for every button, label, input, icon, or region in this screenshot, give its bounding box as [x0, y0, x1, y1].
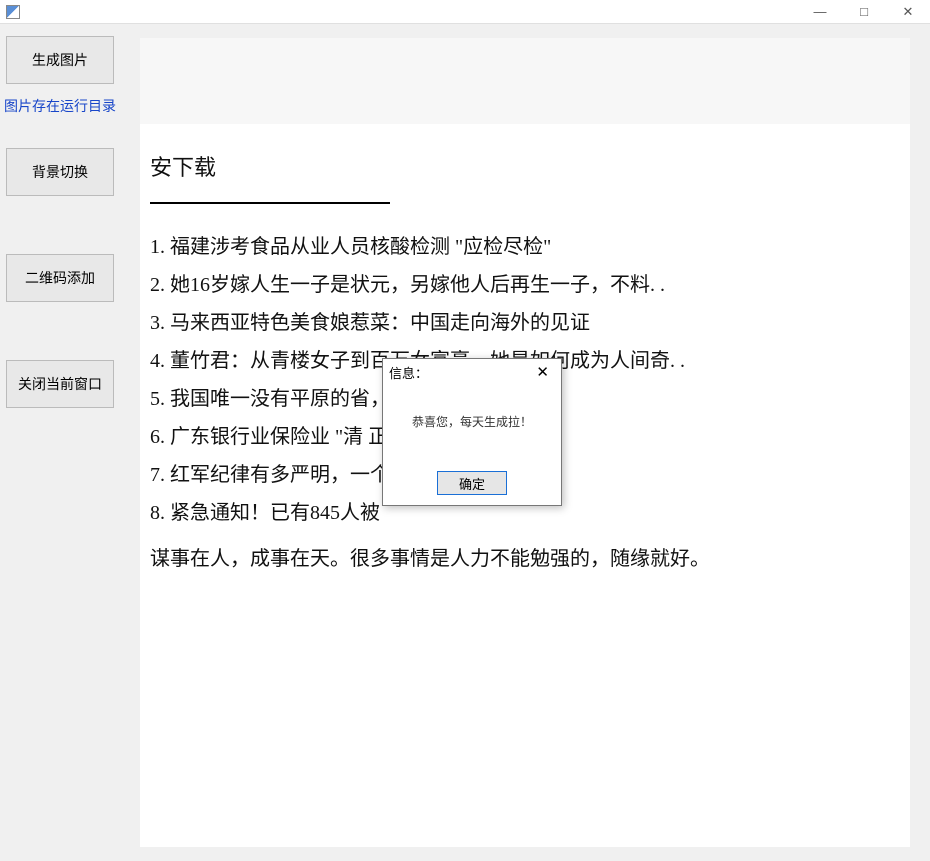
title-underline [150, 202, 390, 204]
background-switch-button[interactable]: 背景切换 [6, 148, 114, 196]
qrcode-add-button[interactable]: 二维码添加 [6, 254, 114, 302]
dialog-message: 恭喜您，每天生成拉！ [383, 385, 561, 430]
sidebar-note: 图片存在运行目录 [4, 96, 116, 116]
list-item: 1. 福建涉考食品从业人员核酸检测 "应检尽检" [150, 228, 882, 266]
maximize-button[interactable]: □ [842, 0, 886, 24]
list-item: 2. 她16岁嫁人生一子是状元，另嫁他人后再生一子，不料. . [150, 266, 882, 304]
minimize-button[interactable]: — [798, 0, 842, 24]
sidebar: 生成图片 图片存在运行目录 背景切换 二维码添加 关闭当前窗口 [0, 24, 120, 861]
canvas-header [140, 38, 910, 124]
content-footer: 谋事在人，成事在天。很多事情是人力不能勉强的，随缘就好。 [150, 542, 882, 571]
window-controls: — □ ✕ [798, 0, 930, 24]
dialog-ok-button[interactable]: 确定 [437, 471, 507, 495]
dialog-close-icon[interactable]: ✕ [530, 363, 555, 381]
close-button[interactable]: ✕ [886, 0, 930, 24]
message-dialog: 信息： ✕ 恭喜您，每天生成拉！ 确定 [382, 358, 562, 506]
app-icon [6, 5, 20, 19]
dialog-title: 信息： [389, 363, 428, 382]
dialog-titlebar: 信息： ✕ [383, 359, 561, 385]
titlebar: — □ ✕ [0, 0, 930, 24]
generate-image-button[interactable]: 生成图片 [6, 36, 114, 84]
list-item: 3. 马来西亚特色美食娘惹菜：中国走向海外的见证 [150, 304, 882, 342]
close-window-button[interactable]: 关闭当前窗口 [6, 360, 114, 408]
content-title: 安下载 [150, 150, 882, 182]
